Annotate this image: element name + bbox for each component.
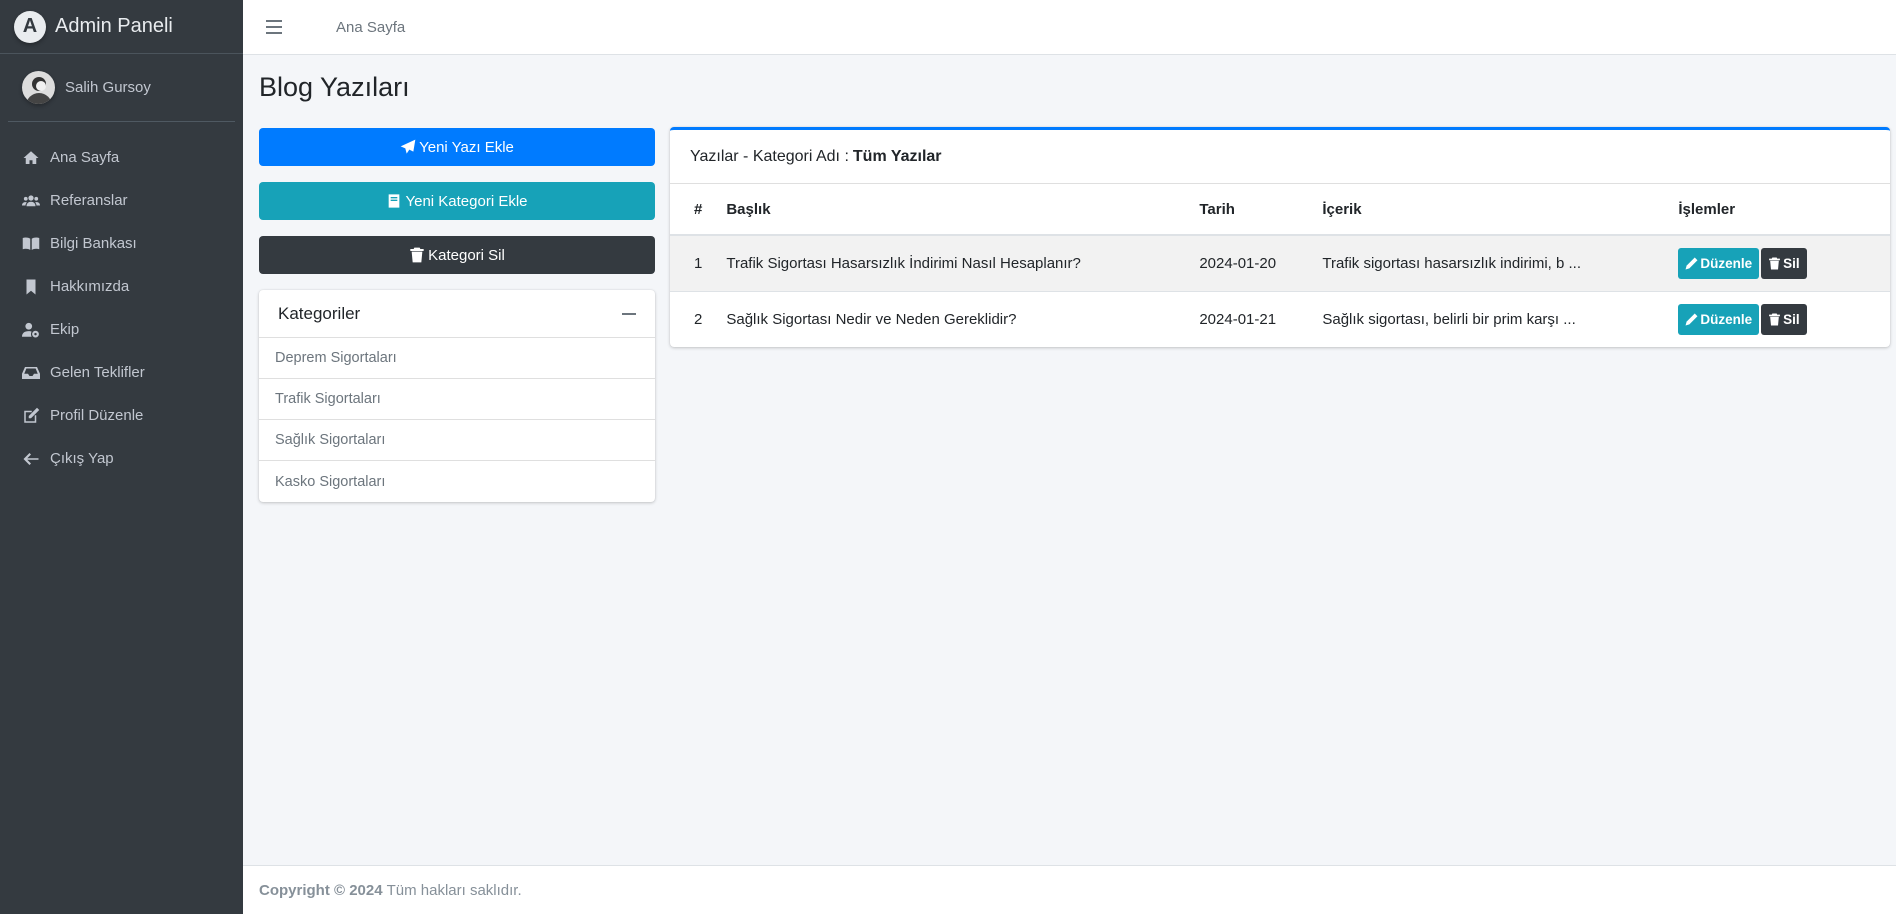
left-column: Yeni Yazı Ekle Yeni Kategori Ekle Katego… xyxy=(259,128,655,502)
column-header: # xyxy=(670,184,715,236)
home-icon xyxy=(20,149,42,167)
column-header: İçerik xyxy=(1310,184,1667,236)
row-number: 1 xyxy=(670,234,715,291)
sidebar-item-referanslar[interactable]: Referanslar xyxy=(8,179,235,222)
row-date: 2024-01-21 xyxy=(1187,290,1311,347)
row-date: 2024-01-20 xyxy=(1187,234,1311,291)
sidebar-item-ana-sayfa[interactable]: Ana Sayfa xyxy=(8,136,235,179)
row-number: 2 xyxy=(670,290,715,347)
posts-card: Yazılar - Kategori Adı : Tüm Yazılar # B… xyxy=(670,127,1890,347)
row-actions: Düzenle Sil xyxy=(1666,234,1890,291)
table-row: 1 Trafik Sigortası Hasarsızlık İndirimi … xyxy=(670,234,1890,291)
column-header: İşlemler xyxy=(1666,184,1890,236)
categories-header: Kategoriler xyxy=(259,290,655,338)
new-category-label: Yeni Kategori Ekle xyxy=(405,192,528,210)
sidebar-item-gelen-teklifler[interactable]: Gelen Teklifler xyxy=(8,351,235,394)
footer-rights: Tüm hakları saklıdır. xyxy=(386,881,522,899)
delete-category-label: Kategori Sil xyxy=(428,246,505,264)
row-content: Sağlık sigortası, belirli bir prim karşı… xyxy=(1310,290,1667,347)
arrow-left-icon xyxy=(20,450,42,468)
user-panel[interactable]: Salih Gursoy xyxy=(8,54,235,122)
edit-button[interactable]: Düzenle xyxy=(1678,303,1760,335)
categories-title: Kategoriler xyxy=(278,303,361,323)
edit-label: Düzenle xyxy=(1700,311,1753,327)
avatar xyxy=(22,71,55,104)
posts-card-header: Yazılar - Kategori Adı : Tüm Yazılar xyxy=(670,130,1890,184)
sidebar-item-ekip[interactable]: Ekip xyxy=(8,308,235,351)
sidebar-item-label: Hakkımızda xyxy=(50,278,130,295)
delete-category-button[interactable]: Kategori Sil xyxy=(259,236,655,274)
book-icon xyxy=(20,235,42,253)
new-post-label: Yeni Yazı Ekle xyxy=(419,138,514,156)
user-cog-icon xyxy=(20,321,42,339)
sidebar-item-profil-duzenle[interactable]: Profil Düzenle xyxy=(8,394,235,437)
posts-table: # Başlık Tarih İçerik İşlemler 1 Trafik … xyxy=(670,184,1890,347)
footer-copyright: Copyright © 2024 xyxy=(259,881,383,899)
pencil-icon xyxy=(1685,313,1698,326)
delete-label: Sil xyxy=(1783,255,1800,271)
user-name: Salih Gursoy xyxy=(65,79,151,96)
book-icon xyxy=(389,194,400,208)
new-category-button[interactable]: Yeni Kategori Ekle xyxy=(259,182,655,220)
table-header-row: # Başlık Tarih İçerik İşlemler xyxy=(670,184,1890,236)
delete-button[interactable]: Sil xyxy=(1761,303,1807,335)
sidebar-nav: Ana Sayfa Referanslar Bilgi Bankası Hakk… xyxy=(0,136,243,480)
trash-icon xyxy=(1769,257,1781,270)
delete-label: Sil xyxy=(1783,311,1800,327)
category-item[interactable]: Kasko Sigortaları xyxy=(259,461,655,502)
sidebar-item-cikis-yap[interactable]: Çıkış Yap xyxy=(8,437,235,480)
posts-card-category: Tüm Yazılar xyxy=(852,147,942,165)
sidebar-item-label: Referanslar xyxy=(50,192,128,209)
minus-icon[interactable] xyxy=(622,312,636,315)
sidebar-item-label: Ekip xyxy=(50,321,80,338)
edit-label: Düzenle xyxy=(1700,255,1753,271)
sidebar: A Admin Paneli Salih Gursoy Ana Sayfa Re… xyxy=(0,0,243,914)
categories-card: Kategoriler Deprem Sigortaları Trafik Si… xyxy=(259,290,655,502)
trash-icon xyxy=(1769,313,1781,326)
sidebar-item-label: Ana Sayfa xyxy=(50,149,120,166)
sidebar-item-label: Bilgi Bankası xyxy=(50,235,137,252)
category-item[interactable]: Trafik Sigortaları xyxy=(259,379,655,420)
top-navbar: Ana Sayfa xyxy=(243,0,1896,55)
row-title: Sağlık Sigortası Nedir ve Neden Gereklid… xyxy=(714,290,1188,347)
posts-card-header-prefix: Yazılar - Kategori Adı : xyxy=(690,147,849,165)
category-item[interactable]: Sağlık Sigortaları xyxy=(259,420,655,461)
bookmark-icon xyxy=(20,278,42,296)
page-title: Blog Yazıları xyxy=(259,72,410,102)
edit-button[interactable]: Düzenle xyxy=(1678,247,1760,279)
edit-icon xyxy=(20,407,42,425)
brand-logo: A xyxy=(14,10,46,43)
row-actions: Düzenle Sil xyxy=(1666,290,1890,347)
topbar-home-link[interactable]: Ana Sayfa xyxy=(336,19,405,36)
table-row: 2 Sağlık Sigortası Nedir ve Neden Gerekl… xyxy=(670,290,1890,347)
brand-title: Admin Paneli xyxy=(55,15,173,37)
inbox-icon xyxy=(20,364,42,382)
sidebar-item-bilgi-bankasi[interactable]: Bilgi Bankası xyxy=(8,222,235,265)
brand-link[interactable]: A Admin Paneli xyxy=(0,0,243,54)
category-item[interactable]: Deprem Sigortaları xyxy=(259,338,655,379)
sidebar-item-label: Gelen Teklifler xyxy=(50,364,145,381)
trash-icon xyxy=(410,247,424,263)
column-header: Tarih xyxy=(1187,184,1311,236)
pencil-icon xyxy=(1685,257,1698,270)
sidebar-item-label: Çıkış Yap xyxy=(50,450,114,467)
sidebar-item-label: Profil Düzenle xyxy=(50,407,144,424)
paper-plane-icon xyxy=(400,139,416,154)
column-header: Başlık xyxy=(714,184,1188,236)
users-icon xyxy=(20,192,42,210)
menu-toggle-icon[interactable] xyxy=(266,20,282,34)
row-content: Trafik sigortası hasarsızlık indirimi, b… xyxy=(1310,234,1667,291)
new-post-button[interactable]: Yeni Yazı Ekle xyxy=(259,128,655,166)
row-title: Trafik Sigortası Hasarsızlık İndirimi Na… xyxy=(714,234,1188,291)
footer: Copyright © 2024 Tüm hakları saklıdır. xyxy=(243,865,1896,914)
sidebar-item-hakkimizda[interactable]: Hakkımızda xyxy=(8,265,235,308)
delete-button[interactable]: Sil xyxy=(1761,247,1807,279)
